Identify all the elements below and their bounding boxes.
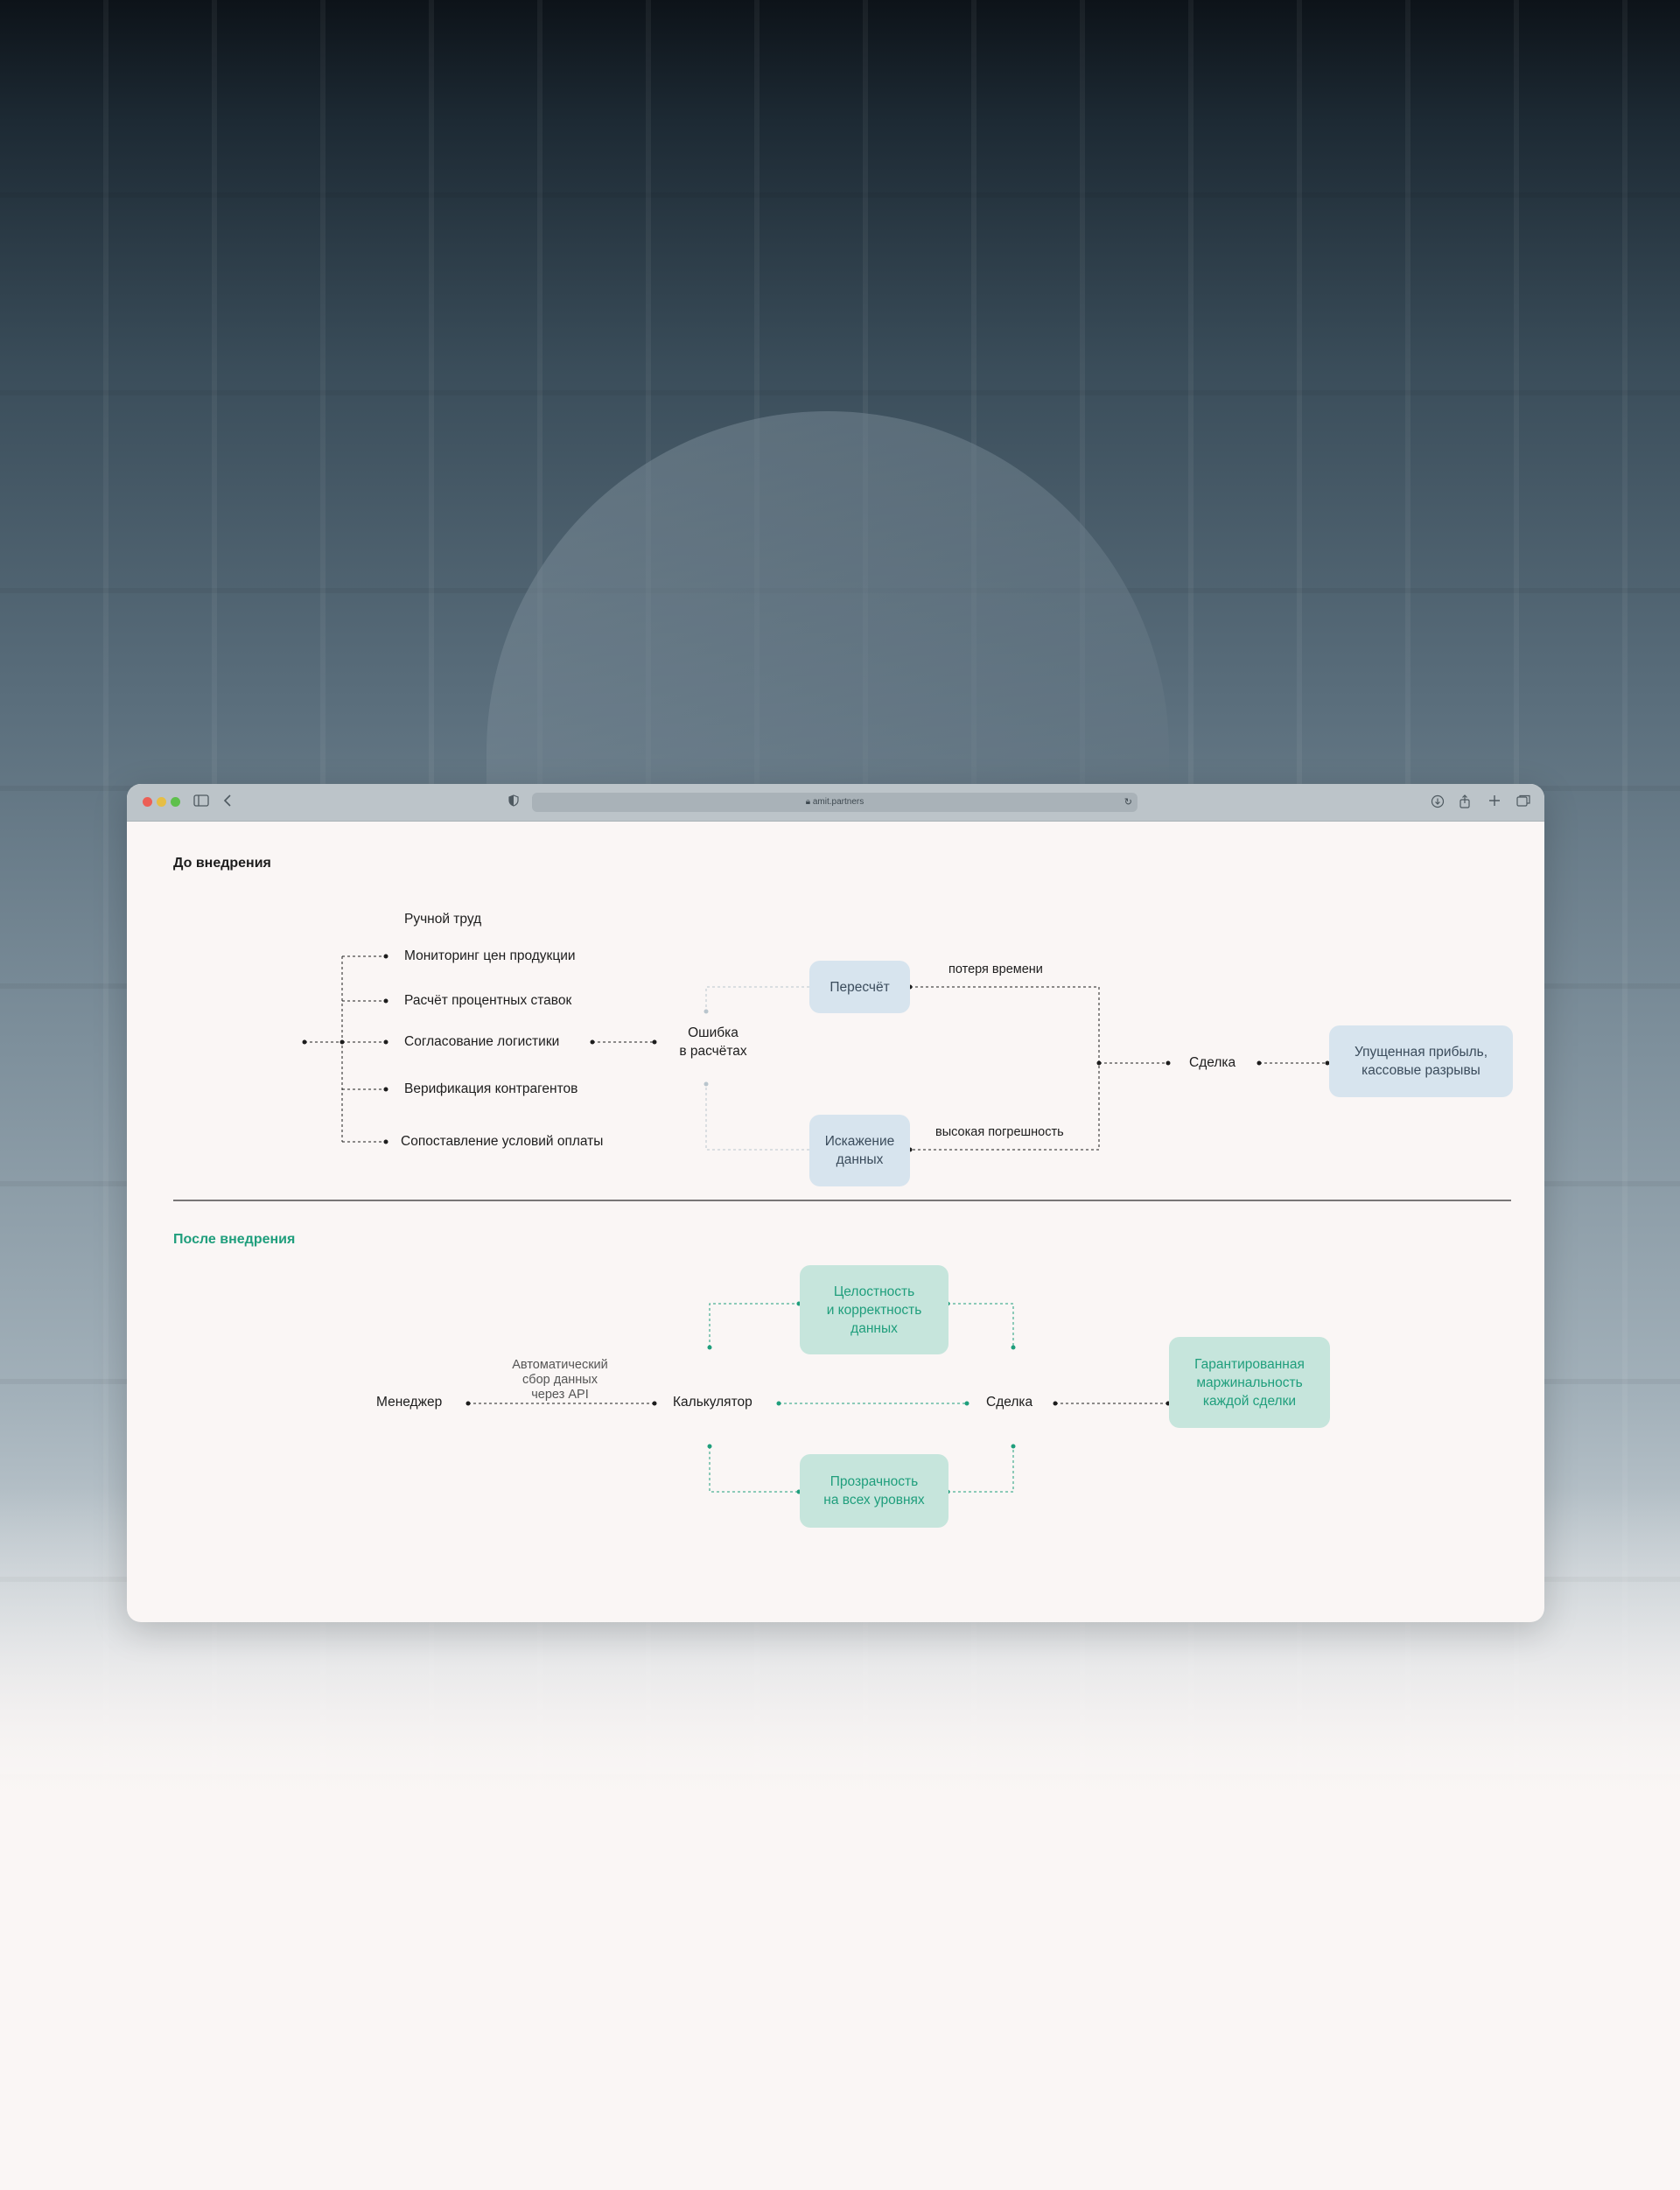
task-interest-rates: Расчёт процентных ставок bbox=[404, 993, 572, 1008]
api-collection-label: Автоматический сбор данных через API bbox=[512, 1357, 608, 1402]
back-arrow-icon[interactable] bbox=[223, 794, 232, 810]
deal-node-after: Сделка bbox=[986, 1395, 1033, 1410]
privacy-shield-icon[interactable] bbox=[508, 794, 519, 810]
manual-labor-label: Ручной труд bbox=[404, 912, 482, 927]
transparency-node: Прозрачность на всех уровнях bbox=[800, 1454, 948, 1528]
after-section-title: После внедрения bbox=[173, 1232, 296, 1247]
sidebar-toggle-icon[interactable] bbox=[193, 794, 209, 810]
share-icon[interactable] bbox=[1459, 794, 1471, 810]
guaranteed-margin-node: Гарантированная маржинальность каждой сд… bbox=[1169, 1337, 1330, 1428]
manager-node: Менеджер bbox=[376, 1395, 443, 1410]
time-loss-label: потеря времени bbox=[948, 962, 1043, 976]
new-tab-icon[interactable] bbox=[1488, 794, 1501, 810]
task-price-monitoring: Мониторинг цен продукции bbox=[404, 948, 576, 963]
browser-titlebar: 🔒︎ amit.partners ↻ bbox=[127, 784, 1544, 822]
calculator-node: Калькулятор bbox=[673, 1395, 752, 1410]
close-window-button[interactable] bbox=[143, 797, 152, 807]
reload-icon[interactable]: ↻ bbox=[1124, 793, 1132, 812]
before-section-title: До внедрения bbox=[173, 856, 271, 871]
url-text: amit.partners bbox=[812, 797, 864, 807]
address-bar[interactable]: 🔒︎ amit.partners ↻ bbox=[532, 793, 1138, 812]
task-payment-terms: Сопоставление условий оплаты bbox=[401, 1134, 604, 1149]
task-logistics: Согласование логистики bbox=[404, 1034, 560, 1049]
tab-overview-icon[interactable] bbox=[1516, 794, 1530, 810]
data-distortion-node: Искажение данных bbox=[809, 1115, 910, 1186]
data-integrity-node: Целостность и корректность данных bbox=[800, 1265, 948, 1354]
error-node: Ошибка в расчётах bbox=[679, 1025, 747, 1059]
deal-node-before: Сделка bbox=[1189, 1055, 1236, 1070]
recalculation-node: Пересчёт bbox=[809, 961, 910, 1013]
zoom-window-button[interactable] bbox=[171, 797, 180, 807]
browser-window: 🔒︎ amit.partners ↻ До внедрения Ручной т… bbox=[127, 784, 1544, 1622]
download-icon[interactable] bbox=[1431, 794, 1445, 810]
minimize-window-button[interactable] bbox=[157, 797, 166, 807]
task-counterparty-verification: Верификация контрагентов bbox=[404, 1081, 578, 1096]
lock-icon: 🔒︎ bbox=[805, 797, 813, 807]
lost-profit-node: Упущенная прибыль, кассовые разрывы bbox=[1329, 1025, 1513, 1097]
page-content: До внедрения Ручной труд Мониторинг цен … bbox=[127, 821, 1544, 1622]
high-inaccuracy-label: высокая погрешность bbox=[935, 1125, 1064, 1139]
